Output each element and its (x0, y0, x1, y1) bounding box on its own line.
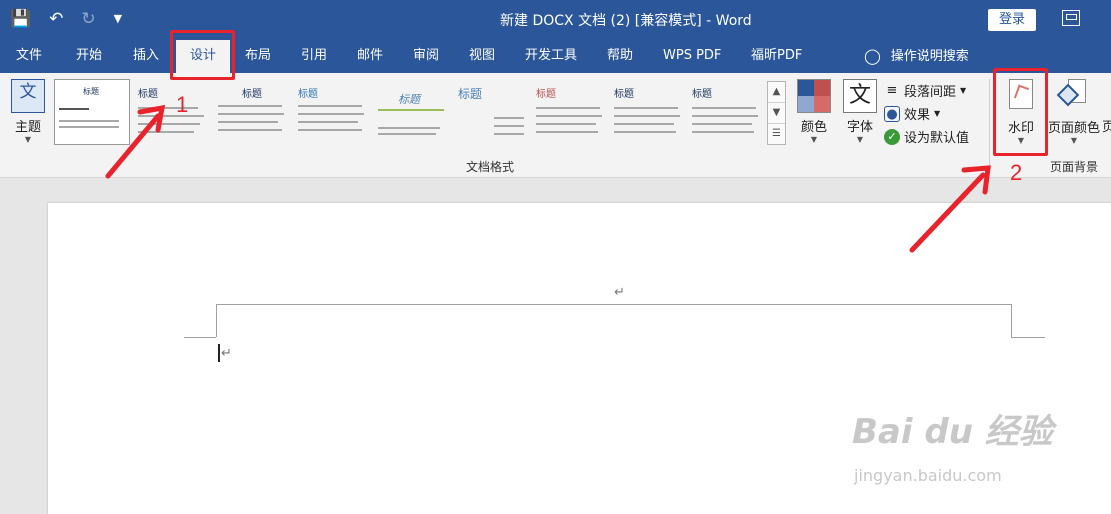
baidu-watermark-url: jingyan.baidu.com (854, 466, 1002, 485)
baidu-watermark-text: Bai du 经验 (852, 412, 1053, 452)
arrow-2 (909, 172, 986, 253)
step-2-label: 2 (1010, 160, 1023, 185)
arrow-1 (105, 113, 161, 179)
baidu-watermark: Bai du 经验 jingyan.baidu.com (848, 396, 1098, 496)
step-1-label: 1 (176, 92, 189, 117)
